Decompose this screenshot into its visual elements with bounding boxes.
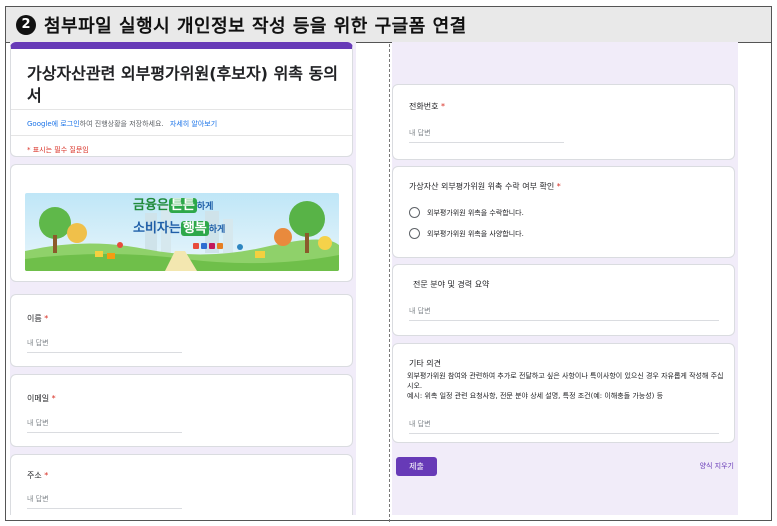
- banner-card: 금융은 튼튼 하게 소비자는 행복 하게: [10, 164, 353, 282]
- banner-text: 행복: [180, 221, 209, 236]
- name-input[interactable]: 내 답변: [27, 337, 182, 353]
- instagram-icon: [209, 243, 215, 249]
- submit-button[interactable]: 제출: [396, 457, 437, 476]
- banner-text: 튼튼: [168, 198, 197, 213]
- form-screenshot-right: 전화번호 * 내 답변 가상자산 외부평가위원 위촉 수락 여부 확인 * 외부…: [392, 42, 738, 515]
- question-label-address: 주소 *: [27, 471, 49, 480]
- radio-button[interactable]: [409, 207, 420, 218]
- question-label-name: 이름 *: [27, 314, 49, 323]
- form-screenshot-left: 가상자산관련 외부평가위원(후보자) 위촉 동의서 Google에 로그인하여 …: [10, 42, 356, 515]
- question-label-other: 기타 의견: [409, 359, 441, 368]
- question-description: 외부평가위원 참여와 관련하여 추가로 전달하고 싶은 사항이나 특이사항이 있…: [407, 372, 724, 400]
- other-input[interactable]: 내 답변: [409, 418, 719, 434]
- login-notice: Google에 로그인하여 진행상황을 저장하세요. 자세히 알아보기: [27, 119, 217, 129]
- required-note: * 표시는 필수 질문임: [27, 146, 89, 154]
- slide-header: 2 첨부파일 실행시 개인정보 작성 등을 위한 구글폼 연결: [6, 7, 771, 43]
- question-label-phone: 전화번호 *: [409, 102, 445, 111]
- blog-icon: [217, 243, 223, 249]
- radio-button[interactable]: [409, 228, 420, 239]
- login-notice-text: 하여 진행상황을 저장하세요.: [79, 120, 164, 128]
- banner-text: 금융은: [133, 198, 169, 213]
- question-card-name: 이름 * 내 답변: [10, 294, 353, 367]
- email-input[interactable]: 내 답변: [27, 417, 182, 433]
- step-number-badge: 2: [16, 14, 36, 35]
- address-input[interactable]: 내 답변: [27, 493, 182, 509]
- expertise-input[interactable]: 내 답변: [409, 305, 719, 321]
- question-label-accept: 가상자산 외부평가위원 위촉 수락 여부 확인 *: [409, 182, 561, 191]
- question-card-expertise: 전문 분야 및 경력 요약 내 답변: [392, 264, 735, 336]
- question-label-expertise: 전문 분야 및 경력 요약: [413, 280, 490, 289]
- campaign-banner-image: 금융은 튼튼 하게 소비자는 행복 하게: [25, 193, 339, 271]
- slide-header-text: 첨부파일 실행시 개인정보 작성 등을 위한 구글폼 연결: [44, 15, 467, 37]
- question-card-email: 이메일 * 내 답변: [10, 374, 353, 447]
- radio-option-label: 외부평가위원 위촉을 사양합니다.: [427, 229, 524, 238]
- question-card-other: 기타 의견 외부평가위원 참여와 관련하여 추가로 전달하고 싶은 사항이나 특…: [392, 343, 735, 443]
- banner-text: 하게: [208, 225, 226, 235]
- google-login-link[interactable]: Google에 로그인: [27, 120, 80, 128]
- form-title: 가상자산관련 외부평가위원(후보자) 위촉 동의서: [27, 64, 339, 105]
- form-title-card: 가상자산관련 외부평가위원(후보자) 위촉 동의서 Google에 로그인하여 …: [10, 42, 353, 157]
- banner-text: 하게: [196, 202, 214, 212]
- dashed-divider: [389, 44, 390, 522]
- social-icons: [193, 243, 223, 249]
- question-label-email: 이메일 *: [27, 394, 56, 403]
- radio-option-decline[interactable]: 외부평가위원 위촉을 사양합니다.: [409, 228, 524, 239]
- phone-input[interactable]: 내 답변: [409, 127, 564, 143]
- separator: [11, 109, 352, 110]
- facebook-icon: [201, 243, 207, 249]
- banner-text: 소비자는: [133, 221, 181, 236]
- question-card-phone: 전화번호 * 내 답변: [392, 84, 735, 160]
- clear-form-link[interactable]: 양식 지우기: [700, 461, 734, 471]
- radio-option-label: 외부평가위원 위촉을 수락합니다.: [427, 208, 524, 217]
- youtube-icon: [193, 243, 199, 249]
- radio-option-accept[interactable]: 외부평가위원 위촉을 수락합니다.: [409, 207, 524, 218]
- separator: [11, 135, 352, 136]
- question-card-accept: 가상자산 외부평가위원 위촉 수락 여부 확인 * 외부평가위원 위촉을 수락합…: [392, 166, 735, 258]
- question-card-address: 주소 * 내 답변: [10, 454, 353, 515]
- learn-more-link[interactable]: 자세히 알아보기: [170, 120, 217, 128]
